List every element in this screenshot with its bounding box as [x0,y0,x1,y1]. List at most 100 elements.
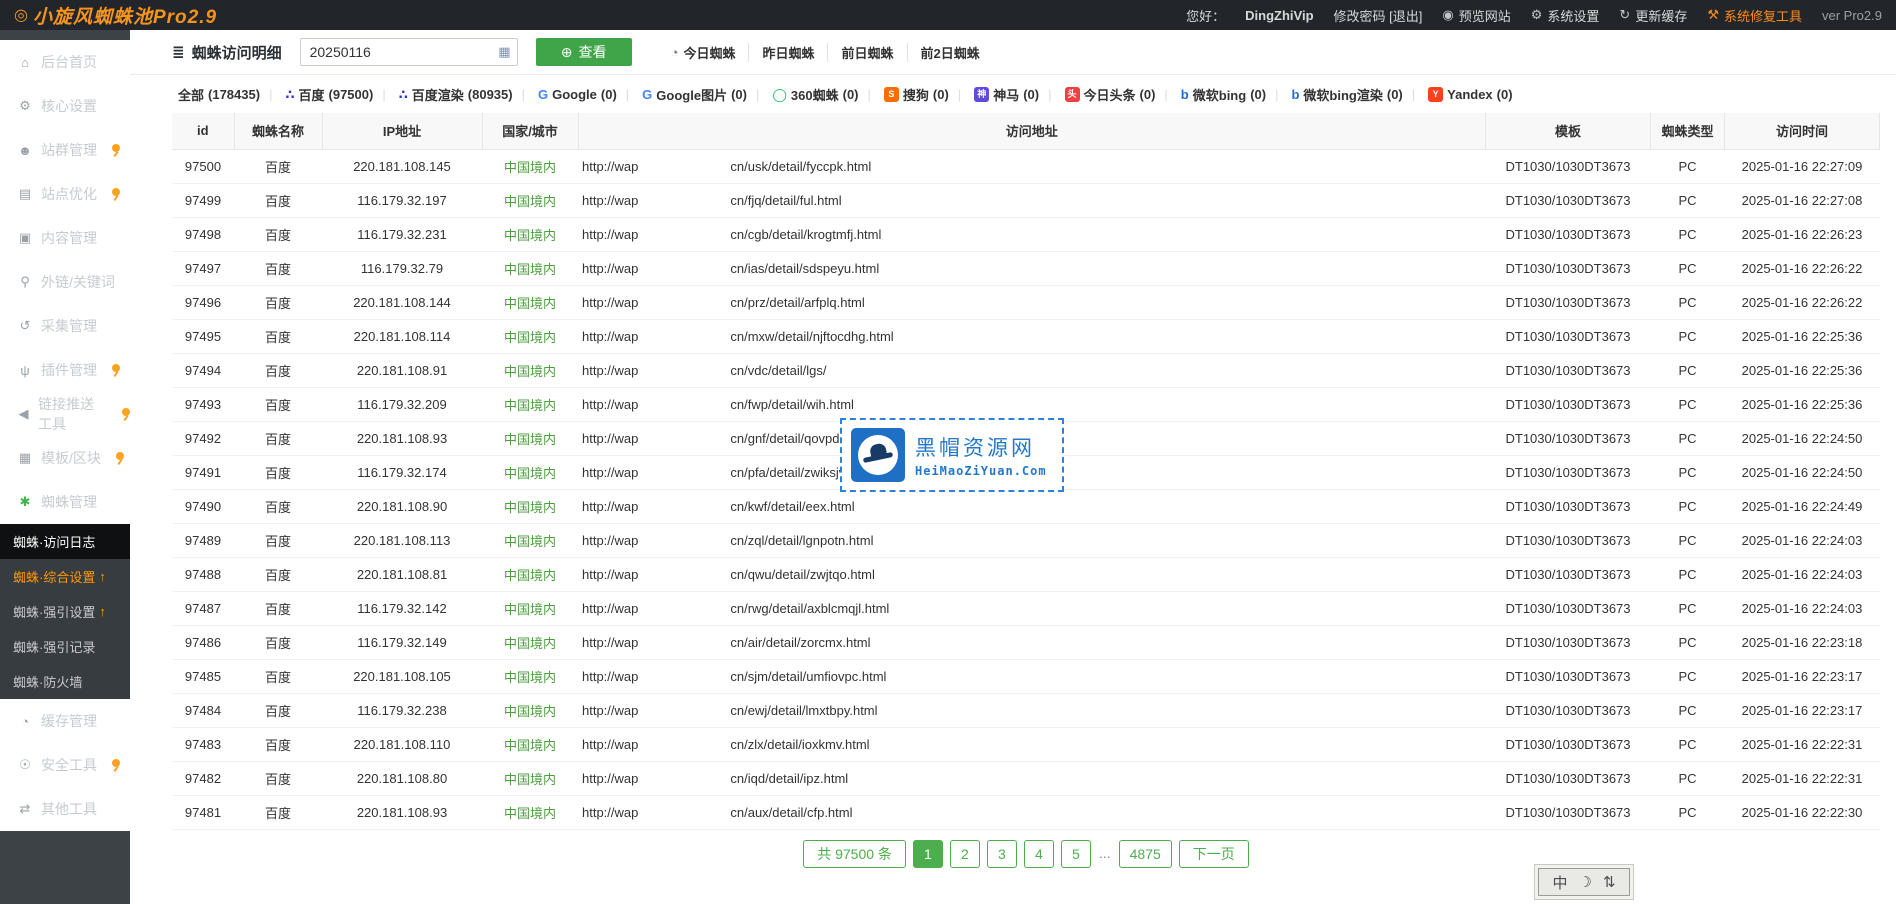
ime-glyph[interactable]: 中 [1552,872,1567,893]
spider-filter-chip[interactable]: ◯ 360蜘蛛 (0) [747,85,859,104]
cell-template: DT1030/1030DT3673 [1486,523,1651,557]
url-prefix: http://wap [582,669,638,684]
spider-brand-icon: 神 [974,87,989,102]
spider-filter-chip[interactable]: G Google图片 (0) [617,85,747,104]
spider-filter-bar: 全部 (178435) ∴ 百度 (97500) ∴ 百度渲染 (80935) … [130,75,1896,113]
cell-template: DT1030/1030DT3673 [1486,727,1651,761]
table-row: 97487 百度 116.179.32.142 中国境内 http://wapc… [172,591,1880,625]
ime-toolbar[interactable]: 中 ☽ ⇅ [1538,868,1630,896]
cell-visit-time: 2025-01-16 22:27:09 [1725,149,1880,183]
url-prefix: http://wap [582,703,638,718]
sidebar-item[interactable]: ⌂ 后台首页 [0,40,130,84]
view-button[interactable]: ⊕ 查看 [536,38,632,66]
chip-count: (0) [1387,87,1403,102]
spider-brand-icon: Y [1428,87,1443,102]
pagination-item[interactable]: 1 [913,840,943,868]
table-header-cell: 访问时间 [1725,113,1880,149]
pagination-item[interactable]: 4875 [1119,840,1172,868]
spider-filter-chip[interactable]: b 微软bing渲染 (0) [1266,85,1403,104]
sidebar-item[interactable]: ↺ 采集管理 [0,304,130,348]
chip-count: (97500) [329,87,374,102]
spider-filter-chip[interactable]: 头 今日头条 (0) [1039,85,1155,104]
sidebar-item[interactable]: ⚲ 外链/关键词 [0,260,130,304]
url-prefix: http://wap [582,533,638,548]
sidebar-item[interactable]: ✱ 蜘蛛管理 [0,480,130,524]
pagination-item[interactable]: 5 [1061,840,1091,868]
cell-id: 97487 [172,591,234,625]
table-row: 97496 百度 220.181.108.144 中国境内 http://wap… [172,285,1880,319]
spider-filter-chip[interactable]: b 微软bing (0) [1155,85,1266,104]
pagination-item[interactable]: 共 97500 条 [803,840,906,868]
sidebar-item[interactable]: ☻ 站群管理 [0,128,130,172]
spider-filter-chip[interactable]: ∴ 百度 (97500) [260,85,373,104]
spider-filter-chip[interactable]: Y Yandex (0) [1403,87,1513,102]
spider-brand-icon: b [1291,87,1299,102]
cell-spider-name: 百度 [234,557,322,591]
cell-spider-name: 百度 [234,625,322,659]
spider-filter-chip[interactable]: 神 神马 (0) [949,85,1039,104]
day-link[interactable]: ◔ 今日蜘蛛 [658,43,749,62]
sidebar-item[interactable]: ψ 插件管理 [0,348,130,392]
clock-icon: ◔ [671,45,679,60]
calendar-icon[interactable]: ▦ [498,44,510,60]
sidebar-item[interactable]: 蜘蛛·综合设置 ↑ [0,559,130,594]
pagination-item[interactable]: 4 [1024,840,1054,868]
cell-ip: 220.181.108.110 [322,727,482,761]
sidebar-item[interactable]: ◀ 链接推送工具 [0,392,130,436]
sidebar-item[interactable]: ⇄ 其他工具 [0,787,130,831]
date-input[interactable] [300,38,518,66]
sidebar-item[interactable]: 蜘蛛·强引设置 ↑ [0,594,130,629]
system-settings-link[interactable]: ⚙ 系统设置 [1531,6,1600,25]
sidebar-item[interactable]: ▣ 内容管理 [0,216,130,260]
pagination-item[interactable]: ... [1098,840,1112,868]
pagination-item[interactable]: 下一页 [1179,840,1249,868]
cell-spider-name: 百度 [234,285,322,319]
chip-label: 微软bing [1193,85,1246,104]
spider-filter-chip[interactable]: G Google (0) [513,87,617,102]
spider-filter-chip[interactable]: ∴ 百度渲染 (80935) [373,85,512,104]
topbar: ◎ 小旋风蜘蛛池Pro2.9 您好： DingZhiVip 修改密码 [退出] … [0,0,1896,30]
sidebar-item[interactable]: 蜘蛛·防火墙 [0,664,130,699]
refresh-icon: ↻ [1619,7,1630,23]
sidebar-item[interactable]: ⚙ 核心设置 [0,84,130,128]
cell-visit-time: 2025-01-16 22:25:36 [1725,353,1880,387]
cell-id: 97483 [172,727,234,761]
spider-filter-chip[interactable]: 全部 (178435) [178,85,260,104]
cell-visit-url: http://wapcn/prz/detail/arfplq.html [578,285,1486,319]
cell-template: DT1030/1030DT3673 [1486,489,1651,523]
day-link[interactable]: 昨日蜘蛛 [748,43,827,62]
table-header-row: id 蜘蛛名称 IP地址 国家/城市 访问地址 模板 蜘蛛类型 [172,113,1880,149]
cell-visit-time: 2025-01-16 22:24:03 [1725,557,1880,591]
preview-site-link[interactable]: ◉ 预览网站 [1442,6,1510,25]
sidebar-item[interactable]: ◔ 缓存管理 [0,699,130,743]
sidebar-item[interactable]: ▦ 模板/区块 [0,436,130,480]
spider-filter-chip[interactable]: S 搜狗 (0) [859,85,949,104]
cell-geo: 中国境内 [482,591,578,625]
pagination-item[interactable]: 2 [950,840,980,868]
watermark-hat-icon [858,435,898,475]
pagination-item[interactable]: 3 [987,840,1017,868]
sidebar-item-label: 缓存管理 [41,711,97,731]
update-cache-link[interactable]: ↻ 更新缓存 [1619,6,1687,25]
change-password-link[interactable]: 修改密码 [退出] [1334,6,1423,25]
cell-spider-type: PC [1651,523,1725,557]
day-link[interactable]: 前2日蜘蛛 [907,43,993,62]
repair-tool-link[interactable]: ⚒ 系统修复工具 [1707,6,1802,25]
url-suffix: cn/mxw/detail/njftocdhg.html [730,329,893,344]
chip-label: 百度渲染 [412,85,464,104]
cell-visit-time: 2025-01-16 22:25:36 [1725,387,1880,421]
cell-id: 97488 [172,557,234,591]
sidebar-item[interactable]: ▤ 站点优化 [0,172,130,216]
cell-visit-time: 2025-01-16 22:23:18 [1725,625,1880,659]
cell-visit-time: 2025-01-16 22:27:08 [1725,183,1880,217]
sidebar-item[interactable]: 蜘蛛·访问日志 [0,524,130,559]
sidebar-item[interactable]: ☉ 安全工具 [0,743,130,787]
sidebar: ⌂ 后台首页 ⚙ 核心设置 ☻ 站群管理 ▤ 站点优化 [0,30,130,904]
ime-glyph[interactable]: ☽ [1578,873,1591,891]
url-suffix: cn/aux/detail/cfp.html [730,805,852,820]
cell-ip: 116.179.32.209 [322,387,482,421]
day-link[interactable]: 前日蜘蛛 [827,43,906,62]
cell-geo: 中国境内 [482,761,578,795]
ime-glyph[interactable]: ⇅ [1603,873,1616,891]
sidebar-item[interactable]: 蜘蛛·强引记录 [0,629,130,664]
